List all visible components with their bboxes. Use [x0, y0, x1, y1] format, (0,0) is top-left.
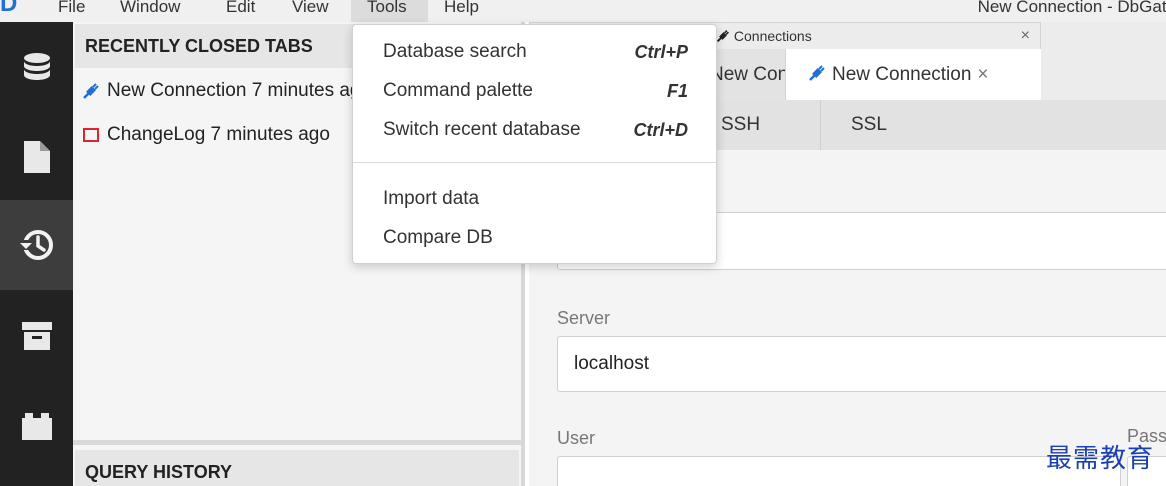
app-logo: D — [0, 0, 18, 17]
menu-help[interactable]: Help — [428, 0, 495, 22]
server-field[interactable]: localhost — [557, 336, 1166, 392]
menu-tools[interactable]: Tools — [351, 0, 428, 22]
user-label: User — [557, 428, 596, 448]
history-icon[interactable] — [0, 200, 73, 290]
user-field[interactable] — [557, 456, 1121, 486]
window-title: New Connection - DbGate — [977, 0, 1166, 16]
tools-menu-dropdown: Database search Ctrl+P Command palette F1 … — [352, 24, 717, 264]
archive-icon[interactable] — [0, 290, 73, 380]
tab-ssl[interactable]: SSL — [821, 100, 917, 150]
menu-item-import-data[interactable]: Import data — [383, 184, 688, 214]
changelog-icon — [81, 127, 101, 143]
menu-edit[interactable]: Edit — [210, 0, 271, 22]
recent-tab-item[interactable]: ChangeLog 7 minutes ago — [81, 124, 330, 146]
close-icon[interactable]: × — [977, 64, 988, 85]
server-label: Server — [557, 308, 611, 328]
menu-item-command-palette[interactable]: Command palette F1 — [383, 76, 688, 106]
activity-sidebar — [0, 22, 73, 486]
file-icon[interactable] — [0, 112, 73, 202]
tab-new-connection-2[interactable]: New Connection × — [785, 49, 1041, 101]
database-icon[interactable] — [0, 22, 73, 112]
menu-item-database-search[interactable]: Database search Ctrl+P — [383, 37, 688, 67]
menu-separator — [353, 162, 716, 163]
plugin-icon[interactable] — [0, 380, 73, 470]
plug-icon — [809, 65, 825, 81]
tab-group-label: Connections — [716, 23, 812, 49]
close-icon[interactable]: × — [1021, 23, 1030, 49]
watermark: 最需教育 — [1046, 444, 1155, 474]
query-history-header: QUERY HISTORY — [75, 450, 519, 486]
menu-bar: D File Window Edit View Tools Help New C… — [0, 0, 1166, 22]
plug-icon — [716, 30, 729, 43]
tab-label: New Connection — [832, 64, 972, 85]
server-value: localhost — [574, 353, 649, 374]
shortcut: Ctrl+D — [633, 120, 688, 140]
menu-item-switch-recent-database[interactable]: Switch recent database Ctrl+D — [383, 115, 688, 145]
menu-view[interactable]: View — [276, 0, 345, 22]
shortcut: F1 — [666, 81, 688, 101]
panel-splitter[interactable] — [73, 440, 521, 445]
plug-icon — [81, 82, 101, 100]
recent-tab-label: New Connection 7 minutes ago — [107, 80, 372, 101]
menu-window[interactable]: Window — [104, 0, 196, 22]
shortcut: Ctrl+P — [634, 42, 688, 62]
menu-item-compare-db[interactable]: Compare DB — [383, 223, 688, 253]
menu-file[interactable]: File — [42, 0, 101, 22]
recent-tab-item[interactable]: New Connection 7 minutes ago — [81, 80, 371, 102]
recent-tab-label: ChangeLog 7 minutes ago — [107, 124, 330, 145]
